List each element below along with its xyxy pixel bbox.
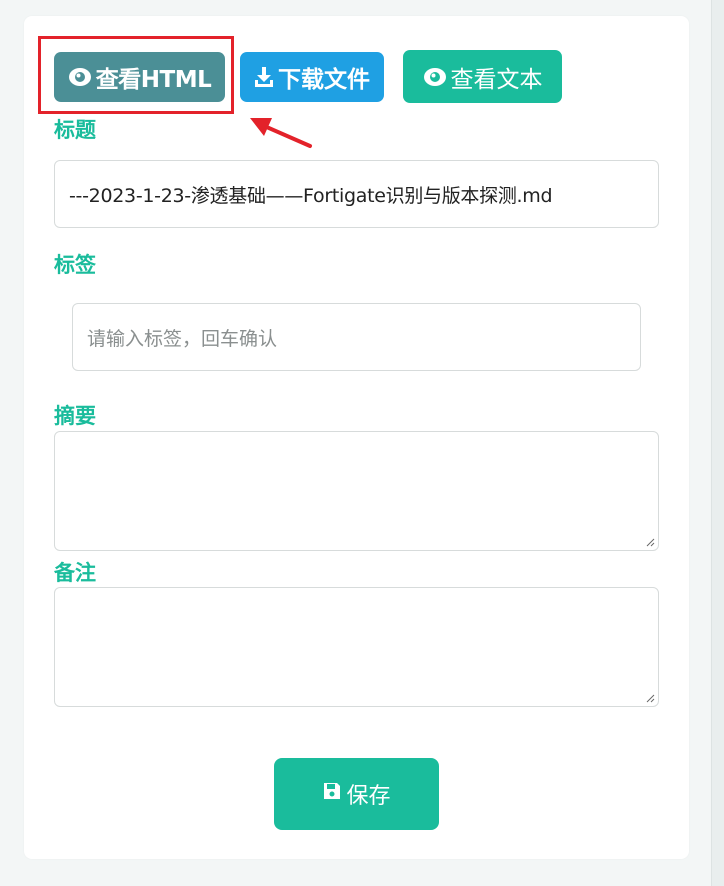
- summary-label: 摘要: [54, 404, 96, 428]
- download-icon: [254, 66, 274, 88]
- page-scrollbar[interactable]: [711, 0, 724, 886]
- tags-label: 标签: [54, 253, 96, 277]
- highlight-annotation-box: [38, 36, 234, 114]
- remark-label: 备注: [54, 561, 96, 585]
- remark-textarea[interactable]: [54, 587, 659, 707]
- tags-input[interactable]: 请输入标签，回车确认: [72, 303, 641, 371]
- floppy-disk-icon: [322, 781, 342, 807]
- save-button[interactable]: 保存: [274, 758, 439, 830]
- eye-icon: [423, 65, 447, 89]
- summary-textarea[interactable]: [54, 431, 659, 551]
- title-input[interactable]: ---2023-1-23-渗透基础——Fortigate识别与版本探测.md: [54, 160, 659, 228]
- download-file-button[interactable]: 下载文件: [240, 52, 384, 102]
- view-text-label: 查看文本: [450, 66, 543, 93]
- resize-grip-icon[interactable]: [645, 537, 655, 547]
- annotation-arrow: [250, 118, 312, 148]
- view-text-button[interactable]: 查看文本: [403, 50, 562, 103]
- title-label: 标题: [54, 118, 96, 142]
- resize-grip-icon[interactable]: [645, 693, 655, 703]
- download-file-label: 下载文件: [278, 67, 370, 93]
- save-label: 保存: [346, 784, 391, 809]
